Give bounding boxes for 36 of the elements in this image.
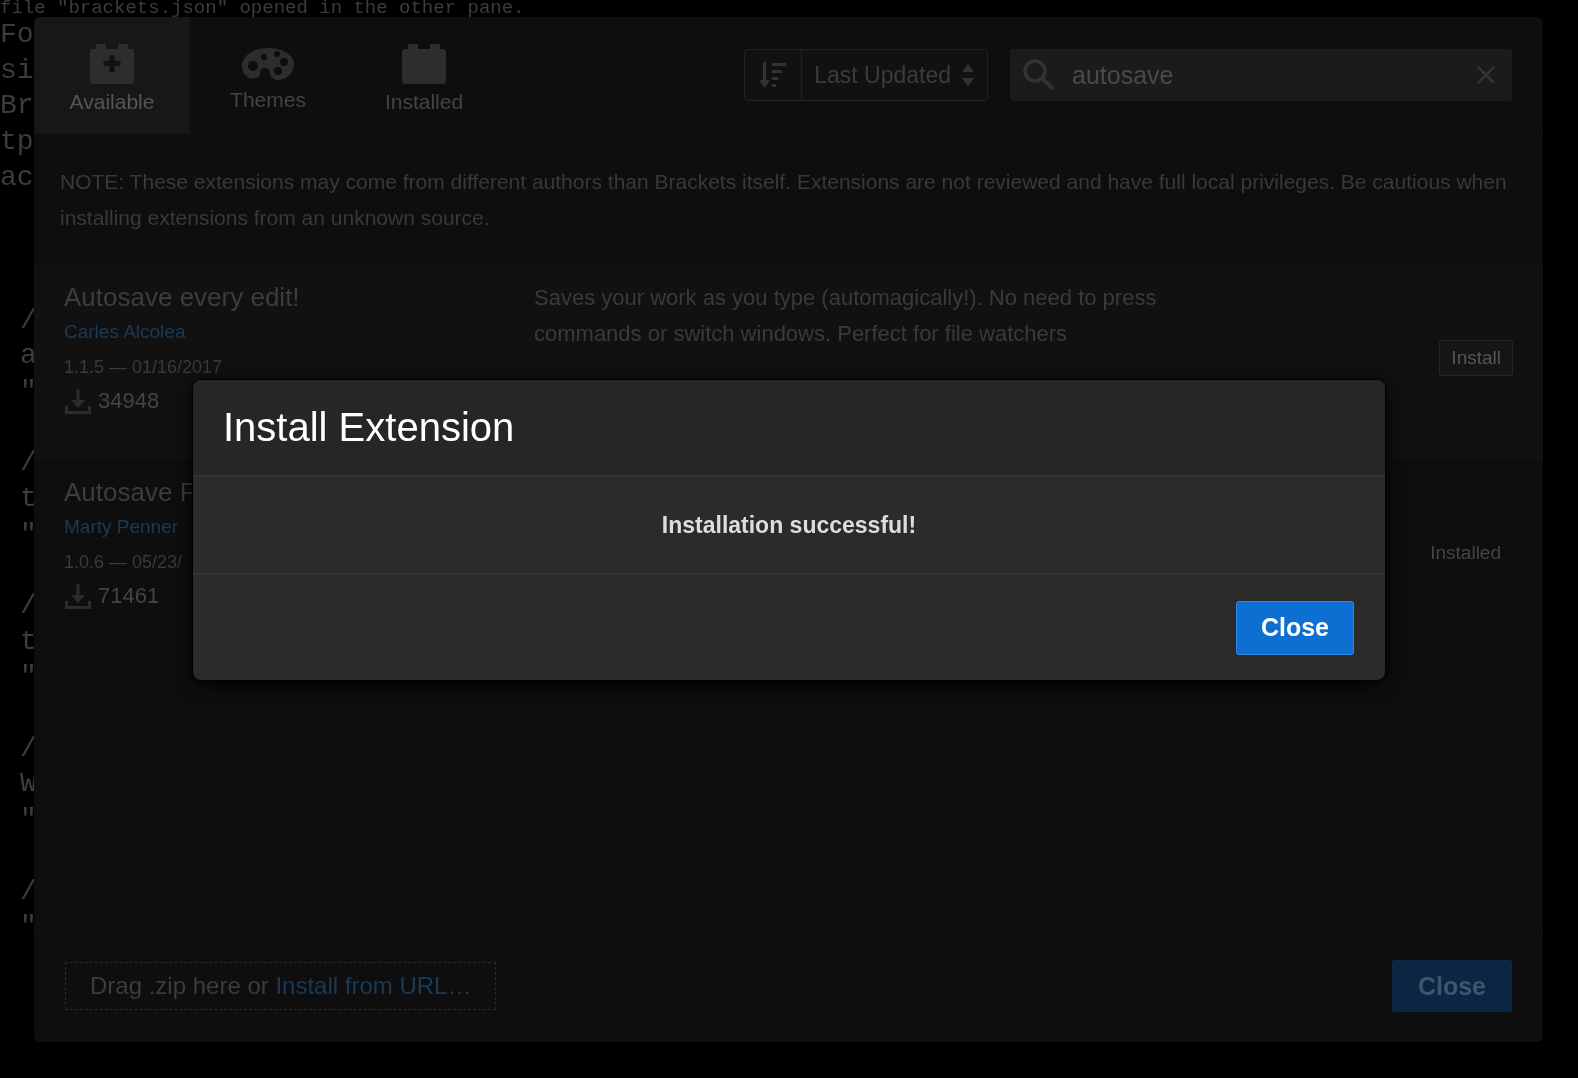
dialog-title: Install Extension — [193, 380, 1385, 477]
code-text: / — [20, 303, 37, 338]
code-text: / — [20, 874, 37, 909]
code-text: " — [20, 517, 37, 552]
code-text: si — [0, 53, 34, 88]
download-icon — [64, 582, 92, 610]
code-text: " — [20, 660, 37, 695]
code-text: / — [20, 589, 37, 623]
box-icon — [400, 43, 448, 84]
search-icon — [1022, 58, 1056, 92]
sort-icon — [758, 60, 789, 90]
code-text: / — [20, 446, 37, 481]
author-link[interactable]: Carles Alcolea — [64, 314, 186, 350]
code-text: " — [20, 910, 37, 945]
code-text: t — [20, 624, 37, 659]
success-message: Installation successful! — [661, 511, 917, 539]
close-icon[interactable] — [1476, 65, 1496, 85]
plus-box-icon — [88, 43, 136, 84]
tab[interactable]: Available — [34, 17, 190, 133]
code-text: tp — [0, 125, 34, 160]
code-text: file "brackets.json" opened in the other pane. — [0, 0, 525, 16]
close-button[interactable]: Close — [1235, 600, 1354, 655]
palette-icon — [241, 45, 295, 82]
code-text: a — [20, 339, 37, 374]
code-text: / — [20, 731, 37, 766]
code-text: t — [20, 481, 37, 516]
install-button[interactable]: Install — [1439, 339, 1513, 376]
code-text: ac — [0, 160, 34, 195]
install-url-link[interactable]: Install from URL… — [275, 972, 472, 1000]
code-text: Br — [0, 89, 34, 124]
updown-icon — [961, 62, 975, 88]
code-text: Fo — [0, 18, 34, 52]
author-link[interactable]: Marty Penner — [64, 509, 179, 545]
code-text: " — [20, 374, 37, 409]
download-icon — [64, 387, 92, 415]
code-text: " — [20, 803, 37, 838]
